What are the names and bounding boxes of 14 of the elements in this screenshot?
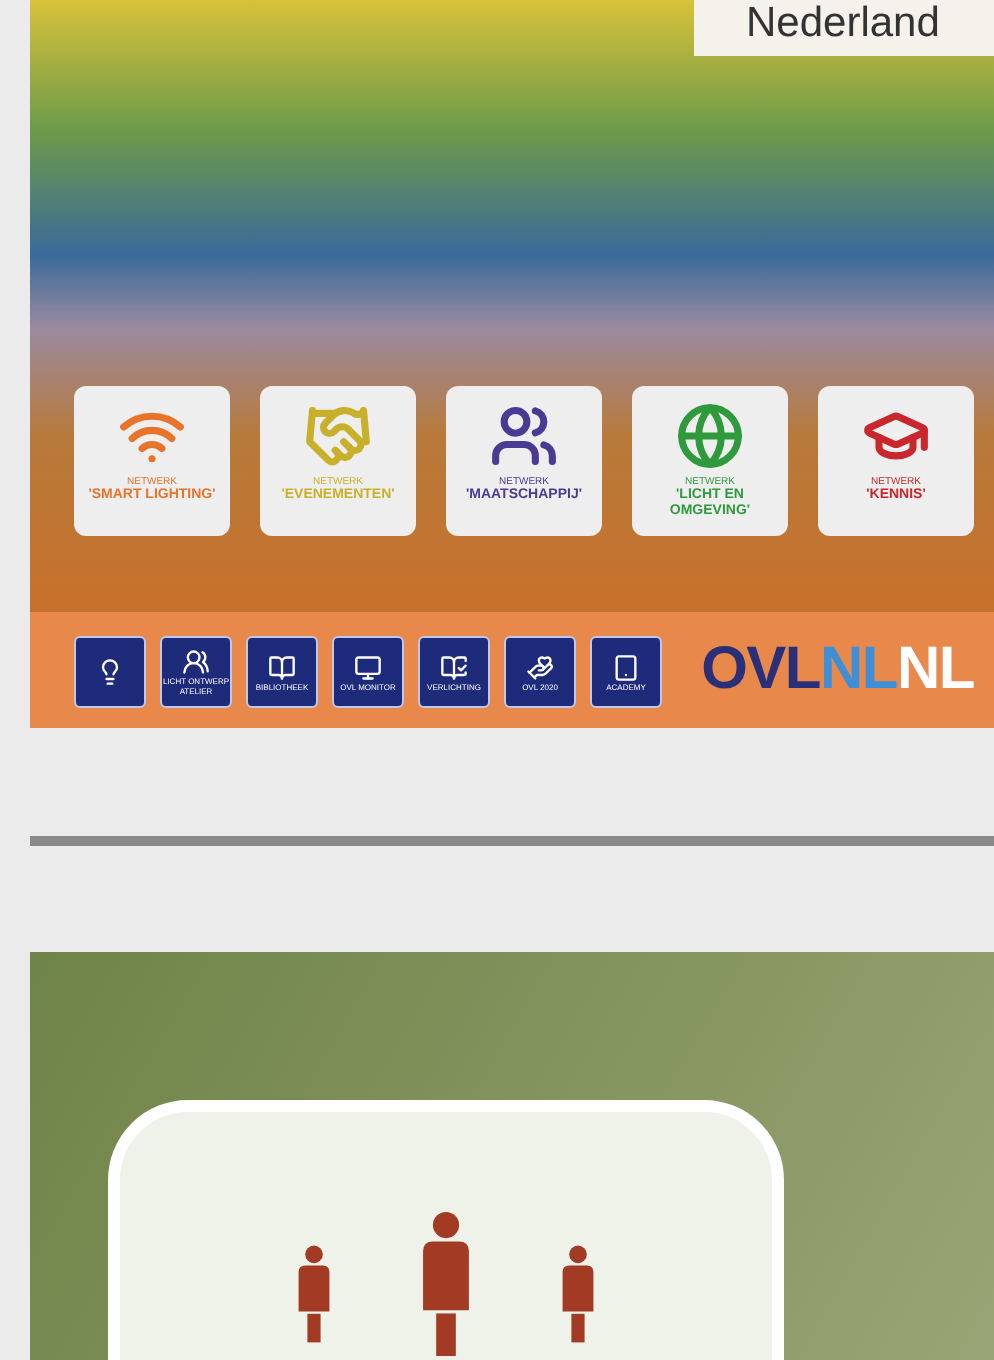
lightbulb-icon [96,658,124,686]
globe-icon [676,402,744,470]
handshake-icon [304,402,372,470]
poster-heading: Nederland [694,0,994,56]
book-icon [268,653,296,681]
logo-text: OVL [701,636,820,704]
logo-text: NL [820,636,897,704]
book-icon [440,653,468,681]
tablet-icon [612,653,640,681]
logo-text: NL [897,636,974,704]
hands-icon [526,653,554,681]
people-icon [182,648,210,676]
people-icon [490,402,558,470]
monitor-icon [354,653,382,681]
